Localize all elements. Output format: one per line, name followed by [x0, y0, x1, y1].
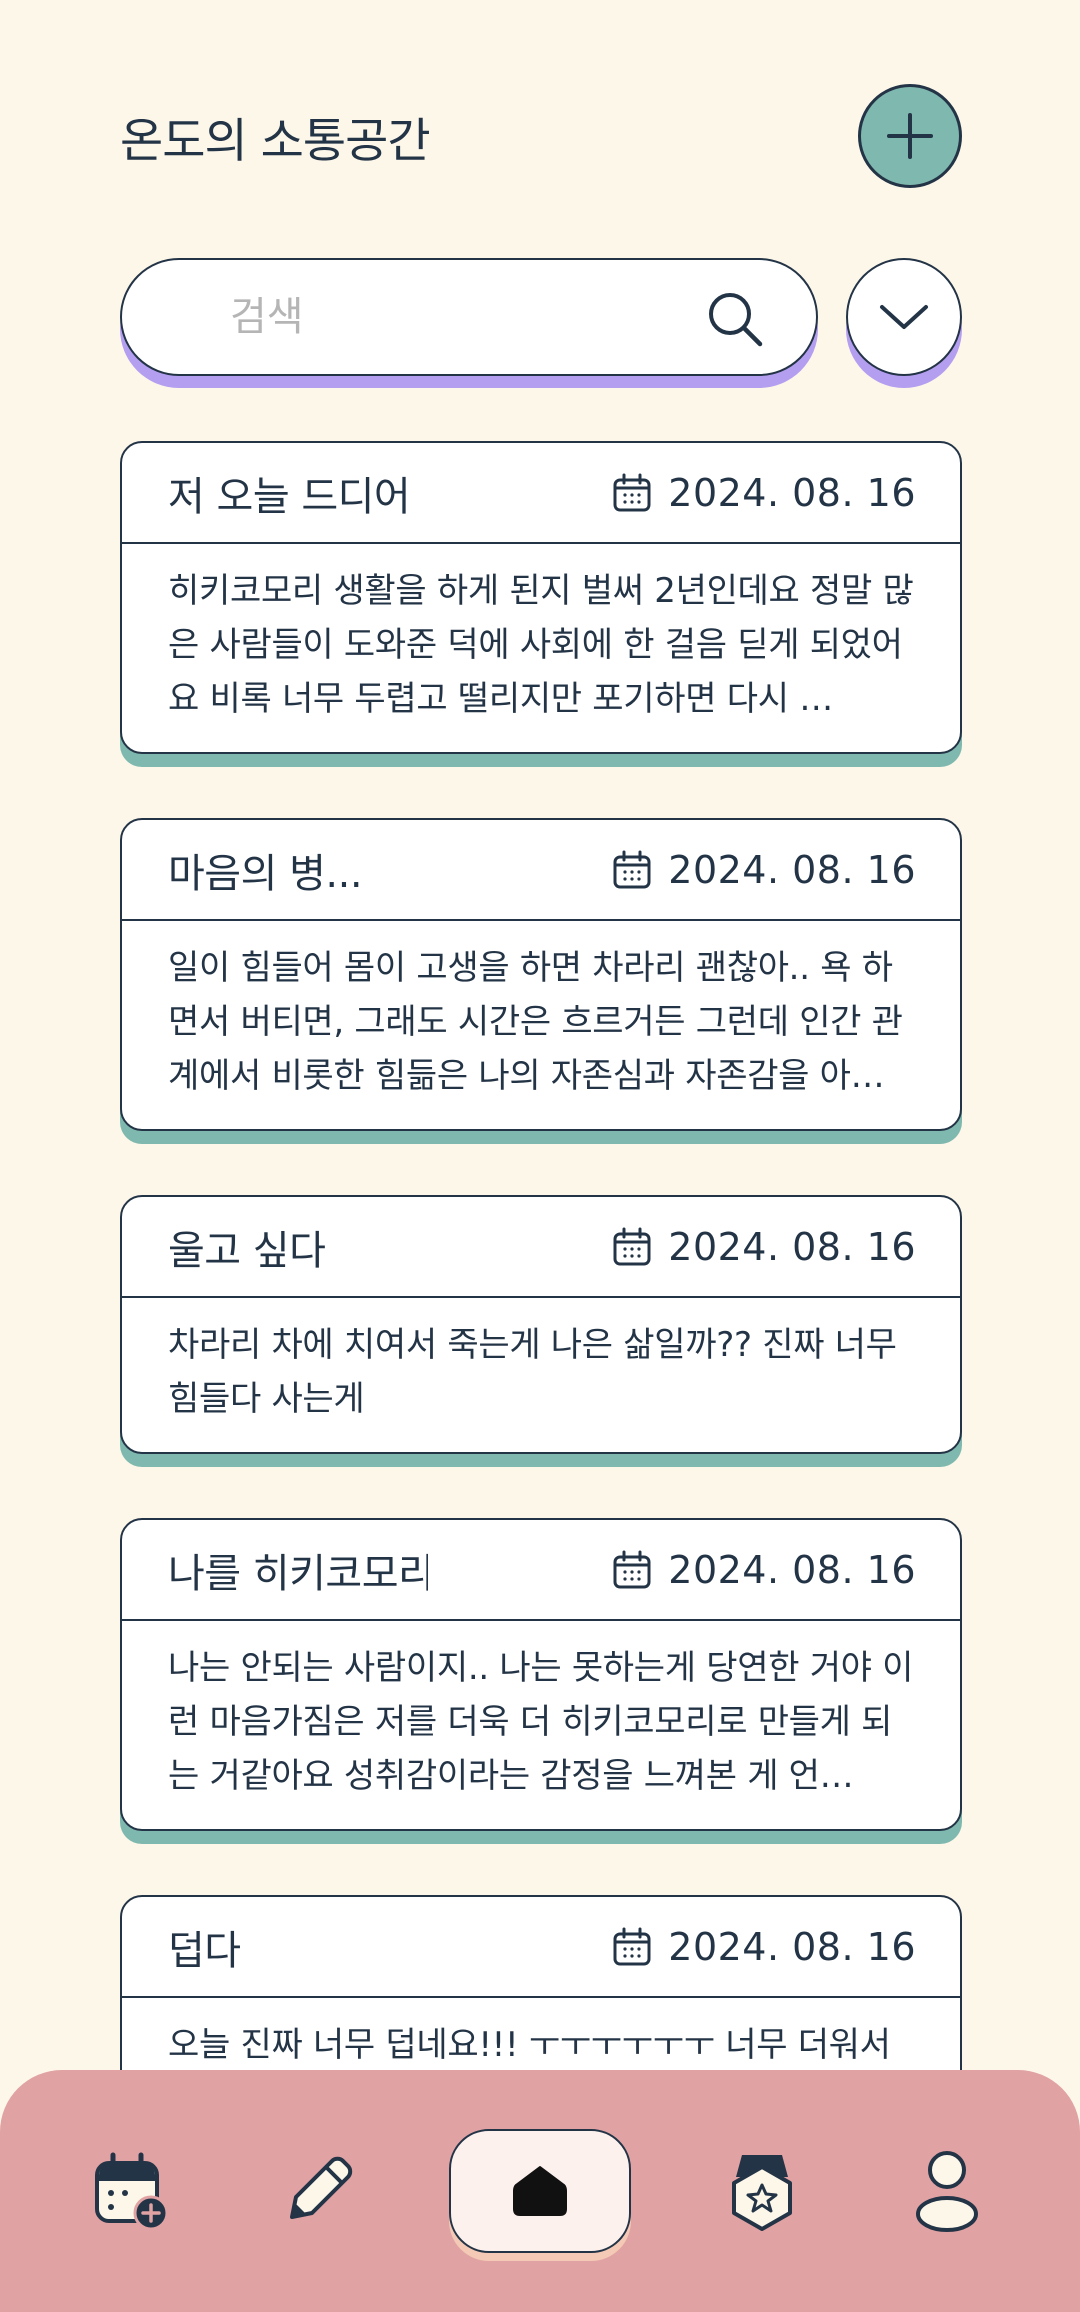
nav-badge[interactable]	[707, 2136, 817, 2246]
post-title: 나를 히키코모리	[168, 1550, 428, 1597]
filter-dropdown-button[interactable]	[846, 258, 962, 376]
calendar-icon	[613, 1550, 651, 1588]
post-header: 나를 히키코모리 2024. 08. 16	[122, 1520, 960, 1621]
badge-star-icon	[731, 2155, 792, 2231]
search-icon[interactable]	[706, 290, 764, 348]
post-card[interactable]: 울고 싶다 2024. 08. 16 차라리 차에 치여서 죽는게 나은 삶일까…	[120, 1195, 962, 1454]
post-excerpt: 일이 힘들어 몸이 고생을 하면 차라리 괜찮아.. 욕 하면서 버티면, 그래…	[168, 948, 903, 1096]
chevron-down-icon	[880, 305, 928, 329]
nav-profile[interactable]	[892, 2136, 1002, 2246]
nav-calendar-add[interactable]	[78, 2136, 188, 2246]
post-date: 2024. 08. 16	[668, 847, 916, 892]
post-date-group: 2024. 08. 16	[612, 848, 916, 892]
calendar-icon	[613, 1927, 651, 1965]
calendar-icon	[613, 1227, 651, 1265]
post-title: 마음의 병...	[168, 850, 363, 897]
post-card[interactable]: 저 오늘 드디어 2024. 08. 16 히키코모리 생활을 하게 된지 벌써…	[120, 441, 962, 754]
post-date-group: 2024. 08. 16	[612, 471, 916, 515]
post-header: 저 오늘 드디어 2024. 08. 16	[122, 443, 960, 544]
search-input[interactable]	[230, 294, 716, 340]
post-title: 덥다	[168, 1927, 241, 1974]
post-list: 저 오늘 드디어 2024. 08. 16 히키코모리 생활을 하게 된지 벌써…	[120, 441, 962, 2218]
calendar-icon	[613, 473, 651, 511]
post-title: 울고 싶다	[168, 1227, 326, 1274]
post-date-group: 2024. 08. 16	[612, 1225, 916, 1269]
search-row	[120, 258, 962, 388]
calendar-add-icon	[94, 2152, 169, 2231]
post-card[interactable]: 나를 히키코모리 2024. 08. 16 나는 안되는 사람이지.. 나는 못…	[120, 1518, 962, 1831]
post-header: 울고 싶다 2024. 08. 16	[122, 1197, 960, 1298]
post-excerpt: 차라리 차에 치여서 죽는게 나은 삶일까?? 진짜 너무 힘들다 사는게	[168, 1325, 897, 1419]
post-excerpt: 나는 안되는 사람이지.. 나는 못하는게 당연한 거야 이런 마음가짐은 저를…	[168, 1648, 914, 1796]
post-excerpt: 히키코모리 생활을 하게 된지 벌써 2년인데요 정말 많은 사람들이 도와준 …	[168, 571, 914, 719]
bottom-navigation	[0, 2070, 1080, 2312]
post-title: 저 오늘 드디어	[168, 473, 411, 520]
post-date: 2024. 08. 16	[668, 1924, 916, 1969]
search-bar[interactable]	[120, 258, 818, 376]
header: 온도의 소통공간	[120, 84, 962, 188]
plus-icon	[887, 113, 933, 159]
post-date-group: 2024. 08. 16	[612, 1548, 916, 1592]
post-date: 2024. 08. 16	[668, 1547, 916, 1592]
pencil-icon	[290, 2156, 353, 2219]
post-date: 2024. 08. 16	[668, 1224, 916, 1269]
post-date-group: 2024. 08. 16	[612, 1925, 916, 1969]
profile-icon	[916, 2151, 979, 2232]
post-card[interactable]: 마음의 병... 2024. 08. 16 일이 힘들어 몸이 고생을 하면 차…	[120, 818, 962, 1131]
home-icon	[512, 2166, 567, 2216]
nav-home[interactable]	[448, 2129, 631, 2253]
calendar-icon	[613, 850, 651, 888]
page-title: 온도의 소통공간	[120, 113, 431, 169]
post-date: 2024. 08. 16	[668, 470, 916, 515]
nav-write[interactable]	[263, 2136, 373, 2246]
post-header: 덥다 2024. 08. 16	[122, 1897, 960, 1998]
add-post-button[interactable]	[858, 84, 962, 188]
post-header: 마음의 병... 2024. 08. 16	[122, 820, 960, 921]
